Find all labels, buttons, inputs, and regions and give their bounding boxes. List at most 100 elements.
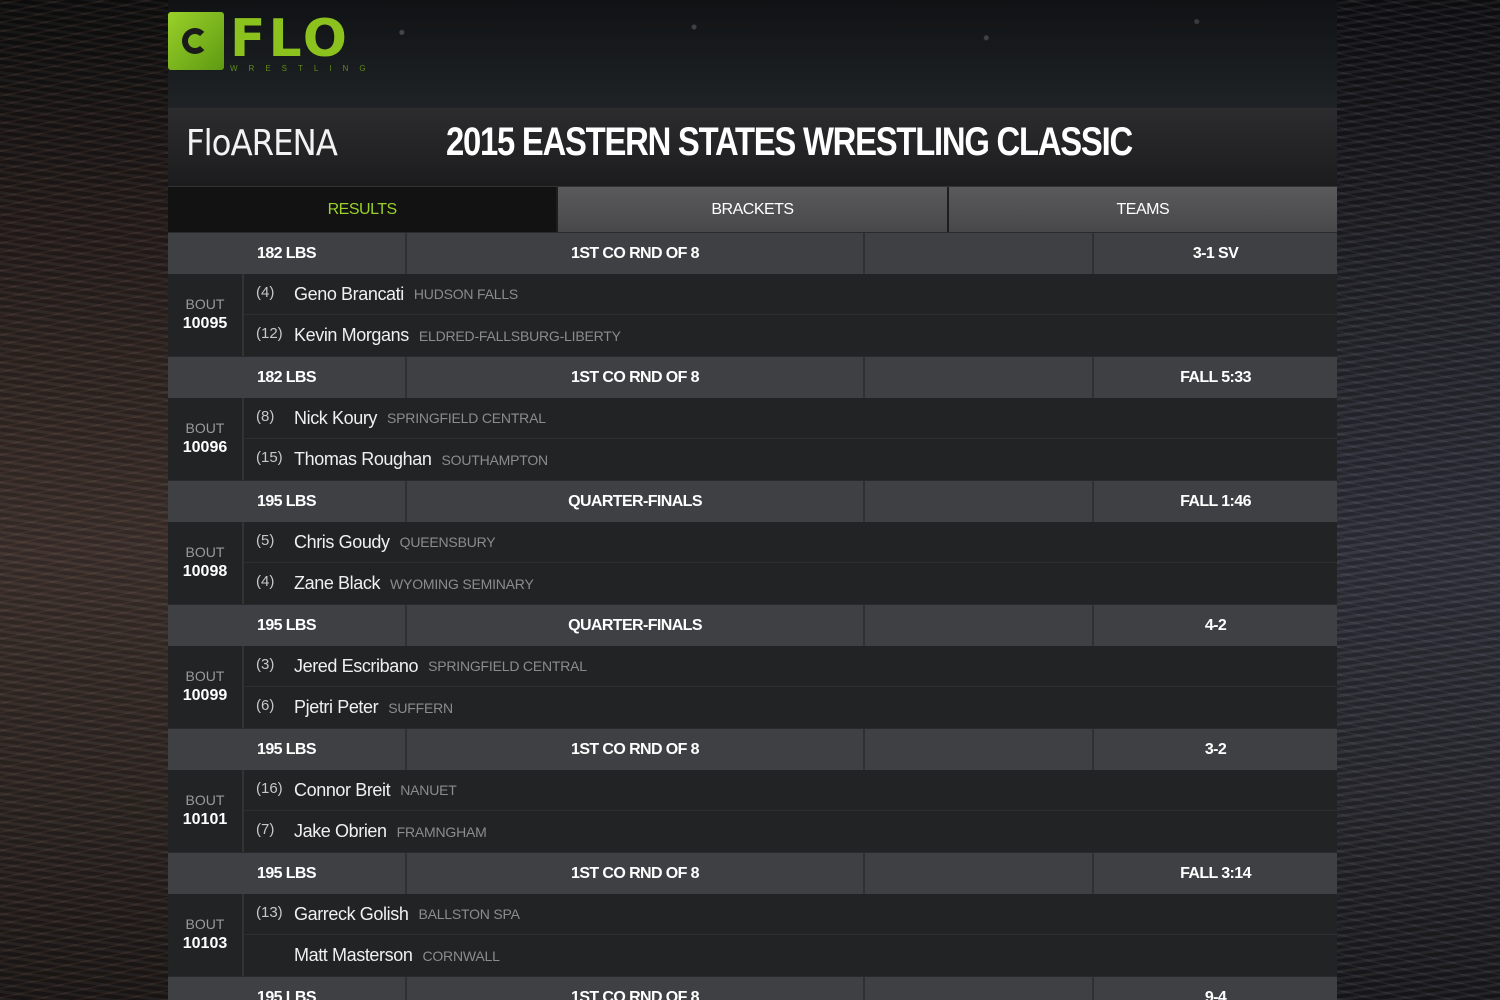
wrestler-row: (7) Jake Obrien FRAMNGHAM (244, 811, 1337, 852)
bout-label: BOUT (185, 544, 225, 560)
wrestler-name[interactable]: Chris Goudy (294, 532, 390, 553)
bout-label: BOUT (185, 296, 225, 312)
bout-result: 3-2 (1204, 740, 1227, 758)
wrestler-seed: (8) (256, 407, 275, 425)
bout-meta-row: 195 LBS 1ST CO RND OF 8 3-2 (168, 728, 1337, 770)
wrestler-row: (12) Kevin Morgans ELDRED-FALLSBURG-LIBERT… (244, 315, 1337, 356)
bout-meta-row: 195 LBS QUARTER-FINALS 4-2 (168, 604, 1337, 646)
bout-entry: 182 LBS 1ST CO RND OF 8 3-1 SV BOUT 10095 (4)… (168, 232, 1337, 356)
wrestler-name[interactable]: Kevin Morgans (294, 325, 409, 346)
floarena-brand[interactable]: FloARENA (186, 108, 338, 180)
wrestler-name[interactable]: Garreck Golish (294, 904, 409, 925)
bout-result: 9-4 (1204, 988, 1227, 1000)
bout-result: FALL 1:46 (1180, 492, 1251, 510)
bout-list: 182 LBS 1ST CO RND OF 8 3-1 SV BOUT 10095 (4)… (168, 232, 1337, 1000)
weight-class: 195 LBS (168, 605, 407, 646)
round-name: QUARTER-FINALS (407, 481, 865, 522)
wrestler-row: (6) Pjetri Peter SUFFERN (244, 687, 1337, 728)
bout-result: 4-2 (1204, 616, 1227, 634)
event-title: 2015 EASTERN STATES WRESTLING CLASSIC (446, 120, 1133, 164)
wrestler-name[interactable]: Geno Brancati (294, 284, 404, 305)
wrestler-seed: (6) (256, 697, 275, 714)
meta-spacer (865, 481, 1094, 522)
bout-meta-row: 182 LBS 1ST CO RND OF 8 FALL 5:33 (168, 356, 1337, 398)
arena-background-left (0, 0, 168, 1000)
bout-result: FALL 3:14 (1180, 864, 1251, 882)
bout-result: 3-1 SV (1192, 244, 1239, 262)
bout-entry: 195 LBS 1ST CO RND OF 8 3-2 BOUT 10101 (16) Co… (168, 728, 1337, 852)
bout-meta-row: 195 LBS 1ST CO RND OF 8 FALL 3:14 (168, 852, 1337, 894)
wrestler-seed: (3) (256, 655, 275, 673)
tab-brackets[interactable]: BRACKETS (556, 187, 947, 232)
bout-id: BOUT 10103 (168, 894, 244, 976)
weight-class: 195 LBS (168, 729, 407, 770)
bout-id: BOUT 10099 (168, 646, 244, 728)
bout-result: FALL 5:33 (1180, 368, 1251, 386)
round-name: 1ST CO RND OF 8 (407, 853, 865, 894)
wrestler-seed: (15) (256, 449, 283, 466)
wrestler-school: NANUET (400, 782, 457, 798)
bout-number: 10099 (182, 687, 228, 704)
flo-wrestling-logo[interactable]: FLO WRESTLING (168, 9, 368, 74)
bout-label: BOUT (185, 916, 225, 932)
wrestler-name[interactable]: Nick Koury (294, 408, 377, 429)
wrestler-name[interactable]: Jered Escribano (294, 656, 418, 677)
bout-number: 10101 (182, 811, 228, 828)
bout-meta-row: 195 LBS 1ST CO RND OF 8 9-4 (168, 976, 1337, 1000)
wrestler-school: QUEENSBURY (399, 534, 496, 550)
wrestler-seed: (7) (256, 821, 275, 838)
bout-number: 10098 (182, 563, 228, 580)
arena-background-right (1337, 0, 1500, 1000)
wrestler-name[interactable]: Zane Black (294, 573, 380, 594)
wrestler-row: (4) Zane Black WYOMING SEMINARY (244, 563, 1337, 604)
bout-entry: 182 LBS 1ST CO RND OF 8 FALL 5:33 BOUT 10096… (168, 356, 1337, 480)
wrestler-name[interactable]: Thomas Roughan (294, 449, 432, 470)
wrestler-school: SPRINGFIELD CENTRAL (387, 410, 546, 426)
bout-meta-row: 182 LBS 1ST CO RND OF 8 3-1 SV (168, 232, 1337, 274)
logo-text: FLO (230, 9, 351, 69)
bout-id: BOUT 10095 (168, 274, 244, 356)
wrestler-name[interactable]: Connor Breit (294, 780, 391, 801)
weight-class: 182 LBS (168, 233, 407, 274)
wrestler-row: (16) Connor Breit NANUET (244, 770, 1337, 811)
bout-label: BOUT (185, 668, 225, 684)
bout-body: BOUT 10098 (5) Chris Goudy QUEENSBURY (4) Zane… (168, 522, 1337, 604)
wrestler-list: (13) Garreck Golish BALLSTON SPA Matt Maste… (244, 894, 1337, 976)
wrestler-name[interactable]: Pjetri Peter (294, 697, 379, 718)
wrestler-row: (3) Jered Escribano SPRINGFIELD CENTRAL (244, 646, 1337, 687)
tab-bar: RESULTS BRACKETS TEAMS (168, 187, 1337, 232)
round-name: 1ST CO RND OF 8 (407, 729, 865, 770)
wrestler-school: SOUTHAMPTON (441, 451, 549, 468)
flo-logo-icon (168, 12, 224, 70)
wrestler-school: HUDSON FALLS (413, 286, 519, 302)
wrestler-list: (3) Jered Escribano SPRINGFIELD CENTRAL (6)… (244, 646, 1337, 728)
weight-class: 195 LBS (168, 481, 407, 522)
wrestler-row: (5) Chris Goudy QUEENSBURY (244, 522, 1337, 563)
bout-meta-row: 195 LBS QUARTER-FINALS FALL 1:46 (168, 480, 1337, 522)
weight-class: 195 LBS (168, 853, 407, 894)
tab-teams[interactable]: TEAMS (946, 187, 1337, 232)
bout-label: BOUT (185, 792, 225, 808)
round-name: 1ST CO RND OF 8 (407, 233, 865, 274)
event-header: FloARENA 2015 EASTERN STATES WRESTLING C… (168, 108, 1337, 187)
bout-body: BOUT 10099 (3) Jered Escribano SPRINGFIELD C… (168, 646, 1337, 728)
results-panel: FloARENA 2015 EASTERN STATES WRESTLING C… (168, 108, 1337, 1000)
tab-results[interactable]: RESULTS (168, 187, 557, 232)
bout-entry: 195 LBS QUARTER-FINALS 4-2 BOUT 10099 (3) Jere… (168, 604, 1337, 728)
wrestler-seed: (4) (256, 573, 275, 590)
wrestler-seed: (12) (256, 325, 283, 342)
wrestler-row: (8) Nick Koury SPRINGFIELD CENTRAL (244, 398, 1337, 439)
weight-class: 195 LBS (168, 977, 407, 1000)
wrestler-name[interactable]: Matt Masterson (294, 945, 413, 966)
bout-body: BOUT 10103 (13) Garreck Golish BALLSTON SPA M… (168, 894, 1337, 976)
bout-number: 10103 (182, 935, 228, 952)
wrestler-list: (5) Chris Goudy QUEENSBURY (4) Zane Black WYO… (244, 522, 1337, 604)
bout-entry: 195 LBS 1ST CO RND OF 8 9-4 (168, 976, 1337, 1000)
wrestler-list: (4) Geno Brancati HUDSON FALLS (12) Kevin Mo… (244, 274, 1337, 356)
wrestler-list: (16) Connor Breit NANUET (7) Jake Obrien FRAM… (244, 770, 1337, 852)
round-name: 1ST CO RND OF 8 (407, 357, 865, 398)
wrestler-name[interactable]: Jake Obrien (294, 821, 387, 842)
wrestler-row: (15) Thomas Roughan SOUTHAMPTON (244, 439, 1337, 480)
meta-spacer (865, 605, 1094, 646)
bout-number: 10096 (182, 439, 228, 456)
